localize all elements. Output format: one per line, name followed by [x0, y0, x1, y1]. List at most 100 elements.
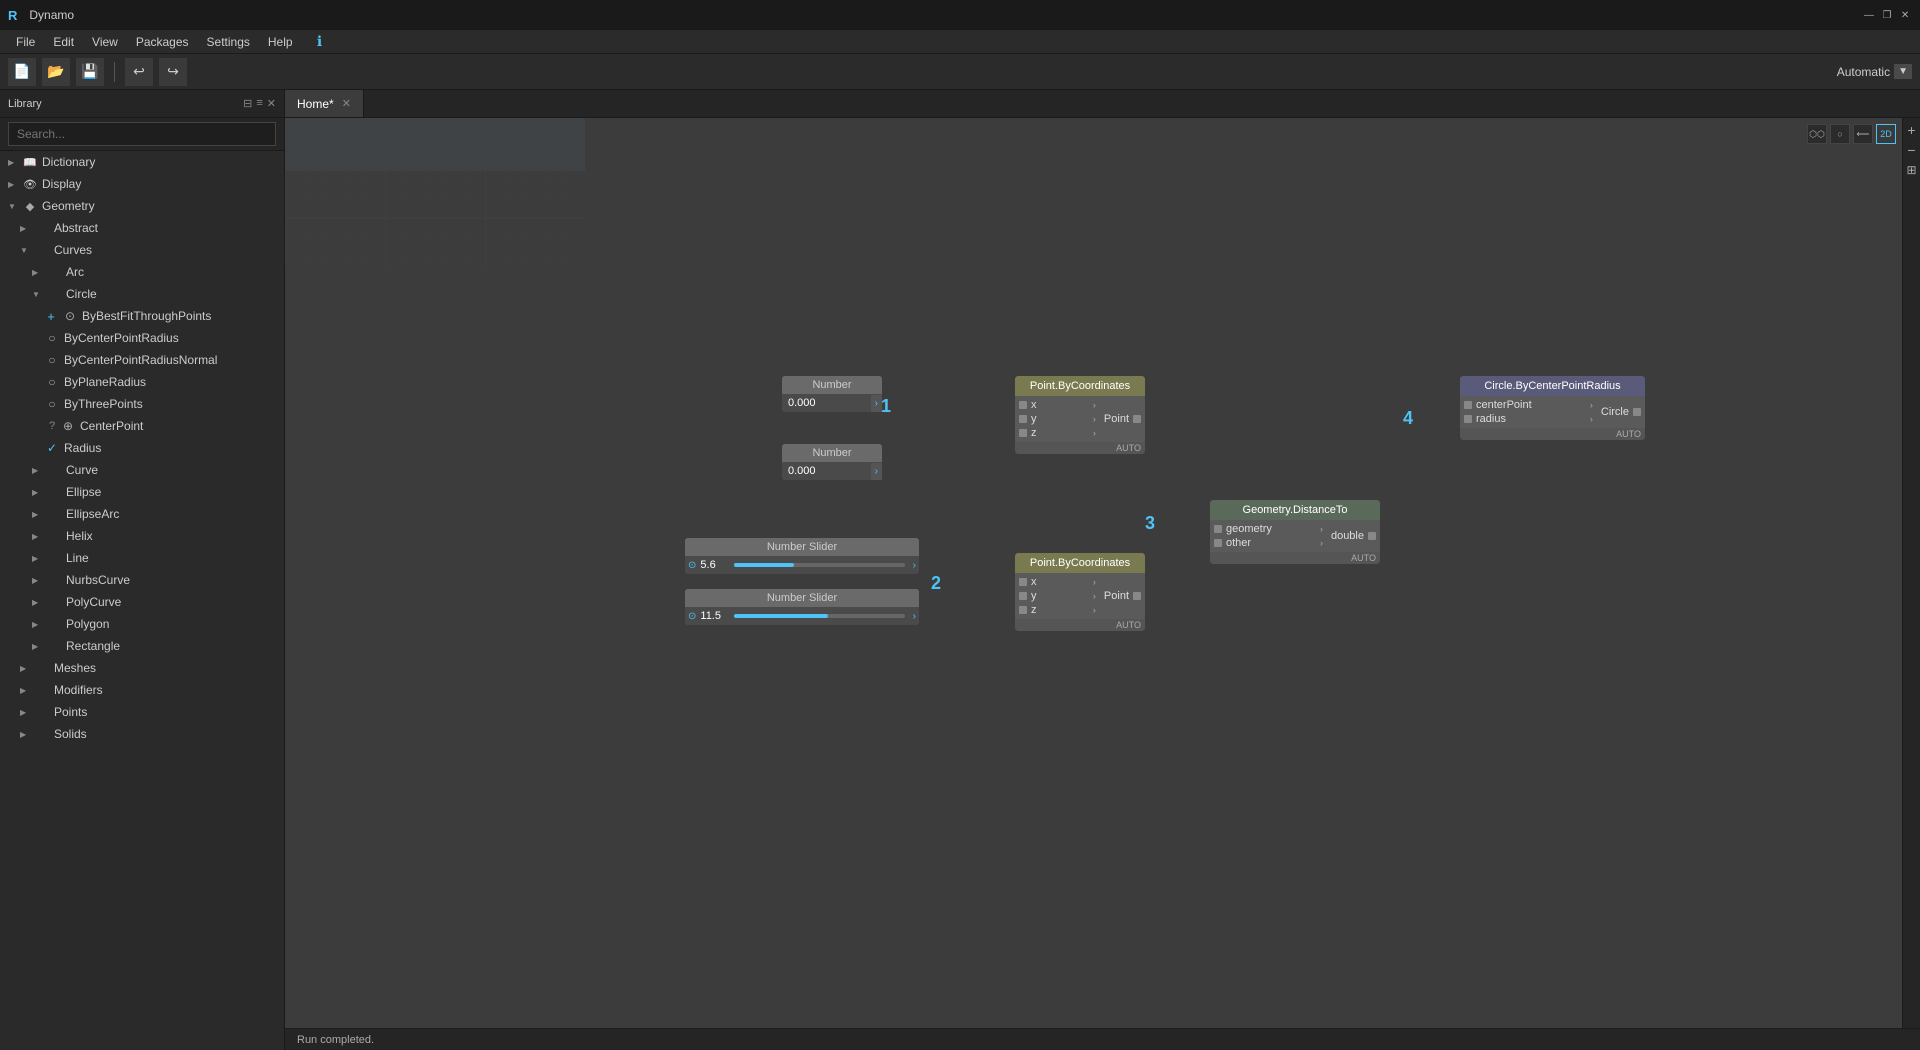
arc-icon	[46, 264, 62, 280]
canvas[interactable]: Number 0.000 › Number 0.000 › Point	[285, 118, 1920, 1028]
menu-edit[interactable]: Edit	[45, 33, 82, 51]
maximize-btn[interactable]: ❐	[1880, 8, 1894, 22]
helix-icon	[46, 528, 62, 544]
zoom-fit-btn[interactable]: ⊞	[1904, 162, 1920, 178]
menu-help[interactable]: Help	[260, 33, 301, 51]
search-input[interactable]	[8, 122, 276, 146]
menu-file[interactable]: File	[8, 33, 43, 51]
point-footer-2: AUTO	[1015, 619, 1145, 631]
tree-item-radius[interactable]: ✓ Radius	[0, 437, 284, 459]
tab-close-btn[interactable]: ✕	[342, 97, 351, 110]
tree-label-nurbscurve: NurbsCurve	[66, 573, 276, 587]
tree-item-rectangle[interactable]: Rectangle	[0, 635, 284, 657]
canvas-ctrl-bg[interactable]: ⟵	[1853, 124, 1873, 144]
conn-label-4: 4	[1403, 408, 1413, 429]
redo-button[interactable]: ↪	[159, 58, 187, 86]
tree-item-curve[interactable]: Curve	[0, 459, 284, 481]
tree-label-ellipse: Ellipse	[66, 485, 276, 499]
tree-item-ellipse[interactable]: Ellipse	[0, 481, 284, 503]
point-node-2[interactable]: Point.ByCoordinates x › y ›	[1015, 553, 1145, 631]
zoom-in-btn[interactable]: +	[1904, 122, 1920, 138]
curve-icon	[46, 462, 62, 478]
number-body-1: 0.000 ›	[782, 394, 882, 412]
number-node-1[interactable]: Number 0.000 ›	[782, 376, 882, 412]
tree-item-centerpoint[interactable]: ? ⊕ CenterPoint	[0, 415, 284, 437]
tree-item-dictionary[interactable]: 📖 Dictionary	[0, 151, 284, 173]
tree-item-meshes[interactable]: Meshes	[0, 657, 284, 679]
add-icon[interactable]: +	[44, 309, 58, 323]
status-text: Run completed.	[297, 1034, 374, 1046]
modifiers-icon	[34, 682, 50, 698]
menu-packages[interactable]: Packages	[128, 33, 197, 51]
sidebar-close-icon[interactable]: ✕	[267, 97, 276, 110]
tree-item-byplaneradius[interactable]: ○ ByPlaneRadius	[0, 371, 284, 393]
expand-icon	[32, 553, 46, 563]
tab-home[interactable]: Home* ✕	[285, 90, 364, 117]
slider-track-1[interactable]	[734, 563, 904, 567]
canvas-ctrl-geometry[interactable]: ⬡⬡	[1807, 124, 1827, 144]
run-mode-dropdown[interactable]: ▼	[1894, 64, 1912, 79]
tree-item-bybestfit[interactable]: + ⊙ ByBestFitThroughPoints	[0, 305, 284, 327]
tree-item-ellipsearc[interactable]: EllipseArc	[0, 503, 284, 525]
point-node-1[interactable]: Point.ByCoordinates x › y ›	[1015, 376, 1145, 454]
tree-item-nurbscurve[interactable]: NurbsCurve	[0, 569, 284, 591]
tree-item-display[interactable]: 👁 Display	[0, 173, 284, 195]
tree-item-polygon[interactable]: Polygon	[0, 613, 284, 635]
meshes-icon	[34, 660, 50, 676]
bycenterradiusnormal-icon: ○	[44, 352, 60, 368]
slider-node-2[interactable]: Number Slider ⊙ 11.5 ›	[685, 589, 919, 625]
canvas-ctrl-view[interactable]: ○	[1830, 124, 1850, 144]
canvas-controls: ⬡⬡ ○ ⟵ 2D	[1807, 124, 1896, 144]
canvas-ctrl-2d[interactable]: 2D	[1876, 124, 1896, 144]
circle-node[interactable]: Circle.ByCenterPointRadius centerPoint ›…	[1460, 376, 1645, 440]
tree-item-bycenterradiusnormal[interactable]: ○ ByCenterPointRadiusNormal	[0, 349, 284, 371]
tree-item-modifiers[interactable]: Modifiers	[0, 679, 284, 701]
tree-label-dictionary: Dictionary	[42, 155, 276, 169]
slider-fill-1	[734, 563, 794, 567]
zoom-out-btn[interactable]: −	[1904, 142, 1920, 158]
centerpoint-icon: ⊕	[60, 418, 76, 434]
tree-item-circle[interactable]: Circle	[0, 283, 284, 305]
point-footer-1: AUTO	[1015, 442, 1145, 454]
sidebar: Library ⊟ ≡ ✕ 📖 Dictionary 👁 Display	[0, 90, 285, 1050]
slider-toggle-1[interactable]: ⊙	[688, 560, 696, 571]
new-file-button[interactable]: 📄	[8, 58, 36, 86]
display-icon: 👁	[22, 176, 38, 192]
slider-track-2[interactable]	[734, 614, 904, 618]
port-circle-out	[1633, 408, 1641, 416]
tree-item-polycurve[interactable]: PolyCurve	[0, 591, 284, 613]
tree-label-polygon: Polygon	[66, 617, 276, 631]
library-tree: 📖 Dictionary 👁 Display ◆ Geometry Abst	[0, 151, 284, 1050]
expand-icon	[32, 597, 46, 607]
tree-item-abstract[interactable]: Abstract	[0, 217, 284, 239]
port-y-in-2	[1019, 592, 1027, 600]
close-btn[interactable]: ✕	[1898, 8, 1912, 22]
expand-icon	[32, 289, 46, 299]
number-node-2[interactable]: Number 0.000 ›	[782, 444, 882, 480]
open-file-button[interactable]: 📂	[42, 58, 70, 86]
sidebar-filter-icon[interactable]: ⊟	[243, 97, 252, 110]
minimize-btn[interactable]: —	[1862, 8, 1876, 22]
tree-item-points[interactable]: Points	[0, 701, 284, 723]
tree-item-geometry[interactable]: ◆ Geometry	[0, 195, 284, 217]
solids-icon	[34, 726, 50, 742]
expand-icon	[32, 509, 46, 519]
menu-settings[interactable]: Settings	[199, 33, 258, 51]
tree-item-line[interactable]: Line	[0, 547, 284, 569]
tree-item-bycenterradius[interactable]: ○ ByCenterPointRadius	[0, 327, 284, 349]
tree-item-bythreepoints[interactable]: ○ ByThreePoints	[0, 393, 284, 415]
slider-toggle-2[interactable]: ⊙	[688, 611, 696, 622]
tree-item-helix[interactable]: Helix	[0, 525, 284, 547]
geometry-inputs: geometry › other ›	[1210, 520, 1327, 552]
sidebar-sort-icon[interactable]: ≡	[256, 97, 262, 110]
info-icon[interactable]: ℹ	[311, 33, 329, 51]
undo-button[interactable]: ↩	[125, 58, 153, 86]
tree-item-arc[interactable]: Arc	[0, 261, 284, 283]
tree-item-solids[interactable]: Solids	[0, 723, 284, 745]
tree-item-curves[interactable]: Curves	[0, 239, 284, 261]
geometry-node[interactable]: Geometry.DistanceTo geometry › other ›	[1210, 500, 1380, 564]
save-file-button[interactable]: 💾	[76, 58, 104, 86]
question-icon: ?	[44, 418, 60, 434]
menu-view[interactable]: View	[84, 33, 126, 51]
slider-node-1[interactable]: Number Slider ⊙ 5.6 ›	[685, 538, 919, 574]
